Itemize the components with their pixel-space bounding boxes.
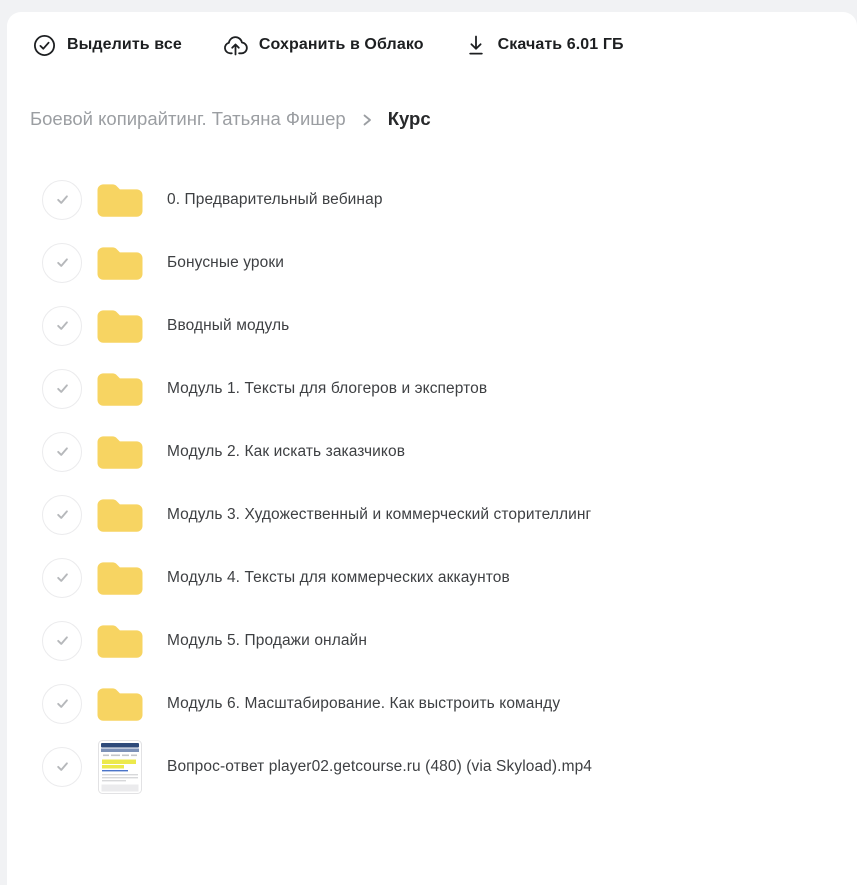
download-button[interactable]: Скачать 6.01 ГБ: [464, 33, 624, 58]
file-name: Модуль 2. Как искать заказчиков: [167, 443, 405, 461]
folder-icon: [96, 370, 144, 407]
list-item[interactable]: Модуль 2. Как искать заказчиков: [7, 420, 857, 483]
folder-icon: [96, 433, 144, 470]
file-name: Вводный модуль: [167, 317, 289, 335]
row-checkbox[interactable]: [42, 369, 82, 409]
download-icon: [464, 33, 488, 58]
list-item[interactable]: Модуль 5. Продажи онлайн: [7, 609, 857, 672]
select-all-button[interactable]: Выделить все: [32, 33, 182, 58]
check-icon: [54, 317, 71, 334]
file-name: Модуль 5. Продажи онлайн: [167, 632, 367, 650]
file-name: Бонусные уроки: [167, 254, 284, 272]
row-checkbox[interactable]: [42, 621, 82, 661]
check-icon: [54, 695, 71, 712]
file-name: Модуль 6. Масштабирование. Как выстроить…: [167, 695, 560, 713]
save-to-cloud-button[interactable]: Сохранить в Облако: [222, 33, 424, 58]
check-icon: [54, 443, 71, 460]
folder-icon: [96, 622, 144, 659]
save-to-cloud-label: Сохранить в Облако: [259, 36, 424, 54]
row-checkbox[interactable]: [42, 243, 82, 283]
file-name: Модуль 3. Художественный и коммерческий …: [167, 506, 591, 524]
file-name: 0. Предварительный вебинар: [167, 191, 383, 209]
file-list: 0. Предварительный вебинар Бонусные урок…: [7, 168, 857, 798]
toolbar: Выделить все Сохранить в Облако Скач: [7, 30, 857, 60]
row-checkbox[interactable]: [42, 432, 82, 472]
folder-icon: [96, 685, 144, 722]
row-checkbox[interactable]: [42, 306, 82, 346]
file-name: Вопрос-ответ player02.getcourse.ru (480)…: [167, 758, 592, 776]
folder-icon: [96, 181, 144, 218]
check-icon: [54, 632, 71, 649]
row-checkbox[interactable]: [42, 180, 82, 220]
cloud-upload-icon: [222, 33, 249, 58]
list-item[interactable]: Вводный модуль: [7, 294, 857, 357]
list-item[interactable]: Модуль 4. Тексты для коммерческих аккаун…: [7, 546, 857, 609]
file-name: Модуль 4. Тексты для коммерческих аккаун…: [167, 569, 510, 587]
list-item[interactable]: Модуль 6. Масштабирование. Как выстроить…: [7, 672, 857, 735]
check-icon: [54, 254, 71, 271]
content-card: Выделить все Сохранить в Облако Скач: [7, 12, 857, 885]
chevron-right-icon: [360, 112, 374, 128]
check-icon: [54, 506, 71, 523]
row-checkbox[interactable]: [42, 558, 82, 598]
folder-icon: [96, 307, 144, 344]
download-label: Скачать 6.01 ГБ: [498, 36, 624, 54]
row-checkbox[interactable]: [42, 747, 82, 787]
check-icon: [54, 380, 71, 397]
breadcrumb-parent[interactable]: Боевой копирайтинг. Татьяна Фишер: [30, 108, 346, 130]
folder-icon: [96, 559, 144, 596]
folder-icon: [96, 496, 144, 533]
row-checkbox[interactable]: [42, 495, 82, 535]
list-item[interactable]: Модуль 3. Художественный и коммерческий …: [7, 483, 857, 546]
check-icon: [54, 569, 71, 586]
list-item[interactable]: 0. Предварительный вебинар: [7, 168, 857, 231]
breadcrumb-current: Курс: [388, 108, 431, 130]
file-name: Модуль 1. Тексты для блогеров и эксперто…: [167, 380, 487, 398]
breadcrumb: Боевой копирайтинг. Татьяна Фишер Курс: [7, 106, 857, 132]
folder-icon: [96, 244, 144, 281]
check-icon: [54, 191, 71, 208]
check-circle-icon: [32, 33, 57, 58]
row-checkbox[interactable]: [42, 684, 82, 724]
list-item[interactable]: Вопрос-ответ player02.getcourse.ru (480)…: [7, 735, 857, 798]
list-item[interactable]: Бонусные уроки: [7, 231, 857, 294]
select-all-label: Выделить все: [67, 36, 182, 54]
video-page-thumbnail: [98, 740, 142, 794]
list-item[interactable]: Модуль 1. Тексты для блогеров и эксперто…: [7, 357, 857, 420]
check-icon: [54, 758, 71, 775]
